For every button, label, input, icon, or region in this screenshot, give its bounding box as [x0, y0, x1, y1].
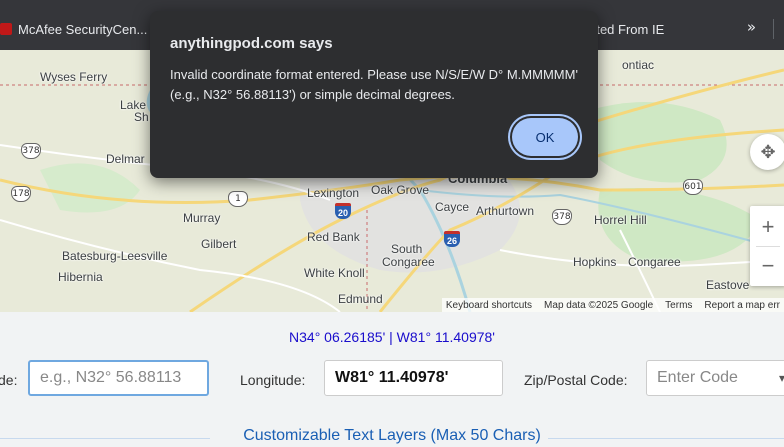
us-route-shield: 601 [683, 179, 703, 195]
place-label: Murray [183, 211, 221, 225]
keyboard-shortcuts-link[interactable]: Keyboard shortcuts [446, 300, 532, 311]
us-route-shield: 378 [21, 143, 41, 159]
place-label: Congaree [382, 255, 435, 269]
place-label: Hopkins [573, 255, 617, 269]
place-label: Eastove [706, 278, 750, 292]
zoom-out-icon[interactable]: − [762, 247, 775, 285]
longitude-input[interactable]: W81° 11.40978' [324, 360, 503, 396]
report-error-link[interactable]: Report a map err [704, 300, 780, 311]
place-label: Red Bank [307, 230, 360, 244]
mcafee-icon [0, 23, 12, 35]
coordinate-panel: N34° 06.26185' | W81° 11.40978' de: e.g.… [0, 312, 784, 447]
longitude-value: W81° 11.40978' [335, 369, 449, 386]
zip-placeholder: Enter Code [657, 369, 738, 386]
place-label: ontiac [622, 58, 655, 72]
zoom-control: + − [750, 206, 784, 286]
zip-label: Zip/Postal Code: [524, 372, 628, 388]
place-label: White Knoll [304, 266, 365, 280]
place-label: Congaree [628, 255, 681, 269]
bookmark-mcafee[interactable]: McAfee SecurityCen... [0, 19, 147, 39]
place-label: Hibernia [58, 270, 103, 284]
place-label: Cayce [435, 200, 470, 214]
bookmark-imported-from-ie[interactable]: rted From IE [592, 19, 664, 39]
dialog-message: Invalid coordinate format entered. Pleas… [170, 67, 578, 102]
place-label: Oak Grove [371, 183, 430, 197]
place-label: Batesburg-Leesville [62, 249, 168, 263]
section-title: Customizable Text Layers (Max 50 Chars) [243, 427, 541, 444]
bookmarks-overflow-icon[interactable]: » [747, 18, 756, 36]
us-route-shield: 178 [11, 186, 31, 202]
road [0, 219, 341, 312]
latitude-label: de: [0, 372, 18, 388]
place-label: Sh [134, 110, 149, 124]
park-area [40, 163, 140, 213]
interstate-shield: 20 [335, 203, 351, 219]
pan-control-icon[interactable]: ✥ [750, 134, 784, 170]
terms-link[interactable]: Terms [665, 300, 692, 311]
coordinates-readout: N34° 06.26185' | W81° 11.40978' [289, 329, 495, 345]
latitude-input[interactable]: e.g., N32° 56.88113 [28, 360, 209, 396]
place-label: Horrel Hill [594, 213, 647, 227]
zoom-in-icon[interactable]: + [762, 208, 775, 246]
map-data-text: Map data ©2025 Google [544, 299, 654, 311]
divider [773, 19, 774, 39]
us-route-shield: 1 [228, 191, 248, 207]
map-attribution: Keyboard shortcuts Map data ©2025 Google… [441, 298, 784, 312]
zip-input[interactable]: Enter Code ▾ [646, 360, 784, 396]
dialog-title: anythingpod.com says [170, 35, 333, 52]
bookmark-label: McAfee SecurityCen... [18, 21, 148, 37]
place-label: Lexington [307, 186, 360, 200]
place-label: Arthurtown [476, 204, 535, 218]
ok-button[interactable]: OK [512, 118, 578, 156]
place-label: Gilbert [201, 237, 237, 251]
divider [548, 438, 784, 439]
us-route-shield: 378 [552, 209, 572, 225]
longitude-label: Longitude: [240, 372, 306, 388]
alert-dialog: anythingpod.com says Invalid coordinate … [150, 11, 598, 178]
latitude-placeholder: e.g., N32° 56.88113 [40, 369, 182, 386]
place-label: Edmund [338, 292, 383, 306]
place-label: Wyses Ferry [40, 70, 108, 84]
interstate-shield: 26 [444, 231, 460, 247]
place-label: South [391, 242, 423, 256]
chevron-down-icon: ▾ [778, 371, 784, 385]
bookmark-label: rted From IE [592, 21, 665, 37]
place-label: Delmar [106, 152, 145, 166]
